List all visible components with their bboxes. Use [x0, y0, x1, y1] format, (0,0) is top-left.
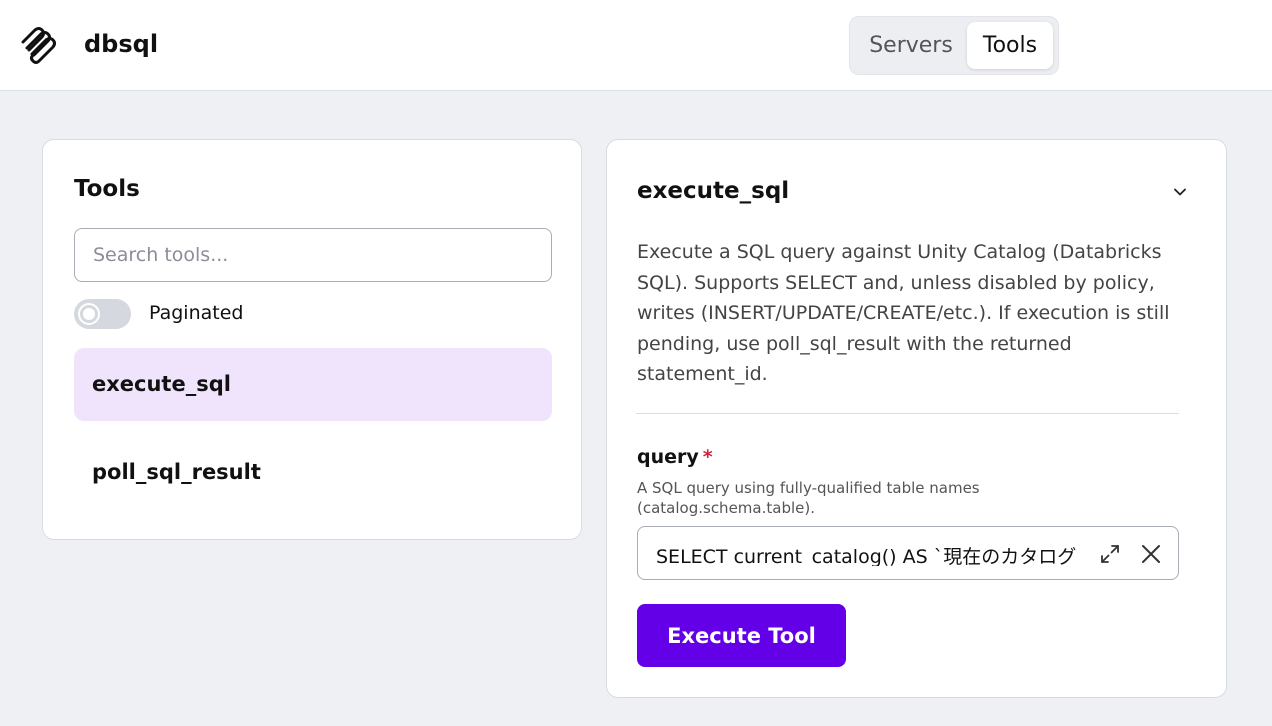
search-tools-input[interactable] — [74, 228, 552, 282]
view-switcher: Servers Tools — [849, 16, 1059, 75]
execute-tool-button[interactable]: Execute Tool — [637, 604, 846, 667]
tools-list-panel: Tools Paginated execute_sql poll_sql_res… — [42, 139, 582, 540]
tool-item-execute-sql[interactable]: execute_sql — [74, 348, 552, 421]
query-value[interactable]: SELECT current_catalog() AS `現在のカタログ — [656, 542, 1096, 566]
close-icon[interactable] — [1139, 542, 1163, 566]
paginated-toggle[interactable] — [74, 299, 131, 329]
chevron-down-icon[interactable] — [1172, 184, 1188, 200]
tool-title: execute_sql — [637, 178, 790, 204]
tab-tools[interactable]: Tools — [967, 22, 1053, 69]
param-name: query — [637, 446, 699, 468]
param-description: A SQL query using fully-qualified table … — [637, 479, 980, 517]
param-label: query * — [637, 446, 713, 468]
tab-servers[interactable]: Servers — [856, 22, 966, 69]
toggle-knob — [80, 305, 98, 323]
tool-detail-panel: execute_sql Execute a SQL query against … — [606, 139, 1227, 698]
tools-heading: Tools — [74, 176, 140, 202]
query-input[interactable]: SELECT current_catalog() AS `現在のカタログ — [637, 526, 1179, 580]
app-title: dbsql — [84, 30, 159, 58]
logo-icon — [21, 27, 56, 64]
tool-item-poll-sql-result[interactable]: poll_sql_result — [74, 436, 552, 509]
paginated-label: Paginated — [149, 302, 244, 324]
divider — [636, 413, 1179, 414]
tool-description: Execute a SQL query against Unity Catalo… — [637, 241, 1170, 385]
expand-icon[interactable] — [1098, 542, 1122, 566]
required-marker: * — [702, 446, 713, 468]
top-bar: dbsql Servers Tools — [0, 0, 1272, 91]
